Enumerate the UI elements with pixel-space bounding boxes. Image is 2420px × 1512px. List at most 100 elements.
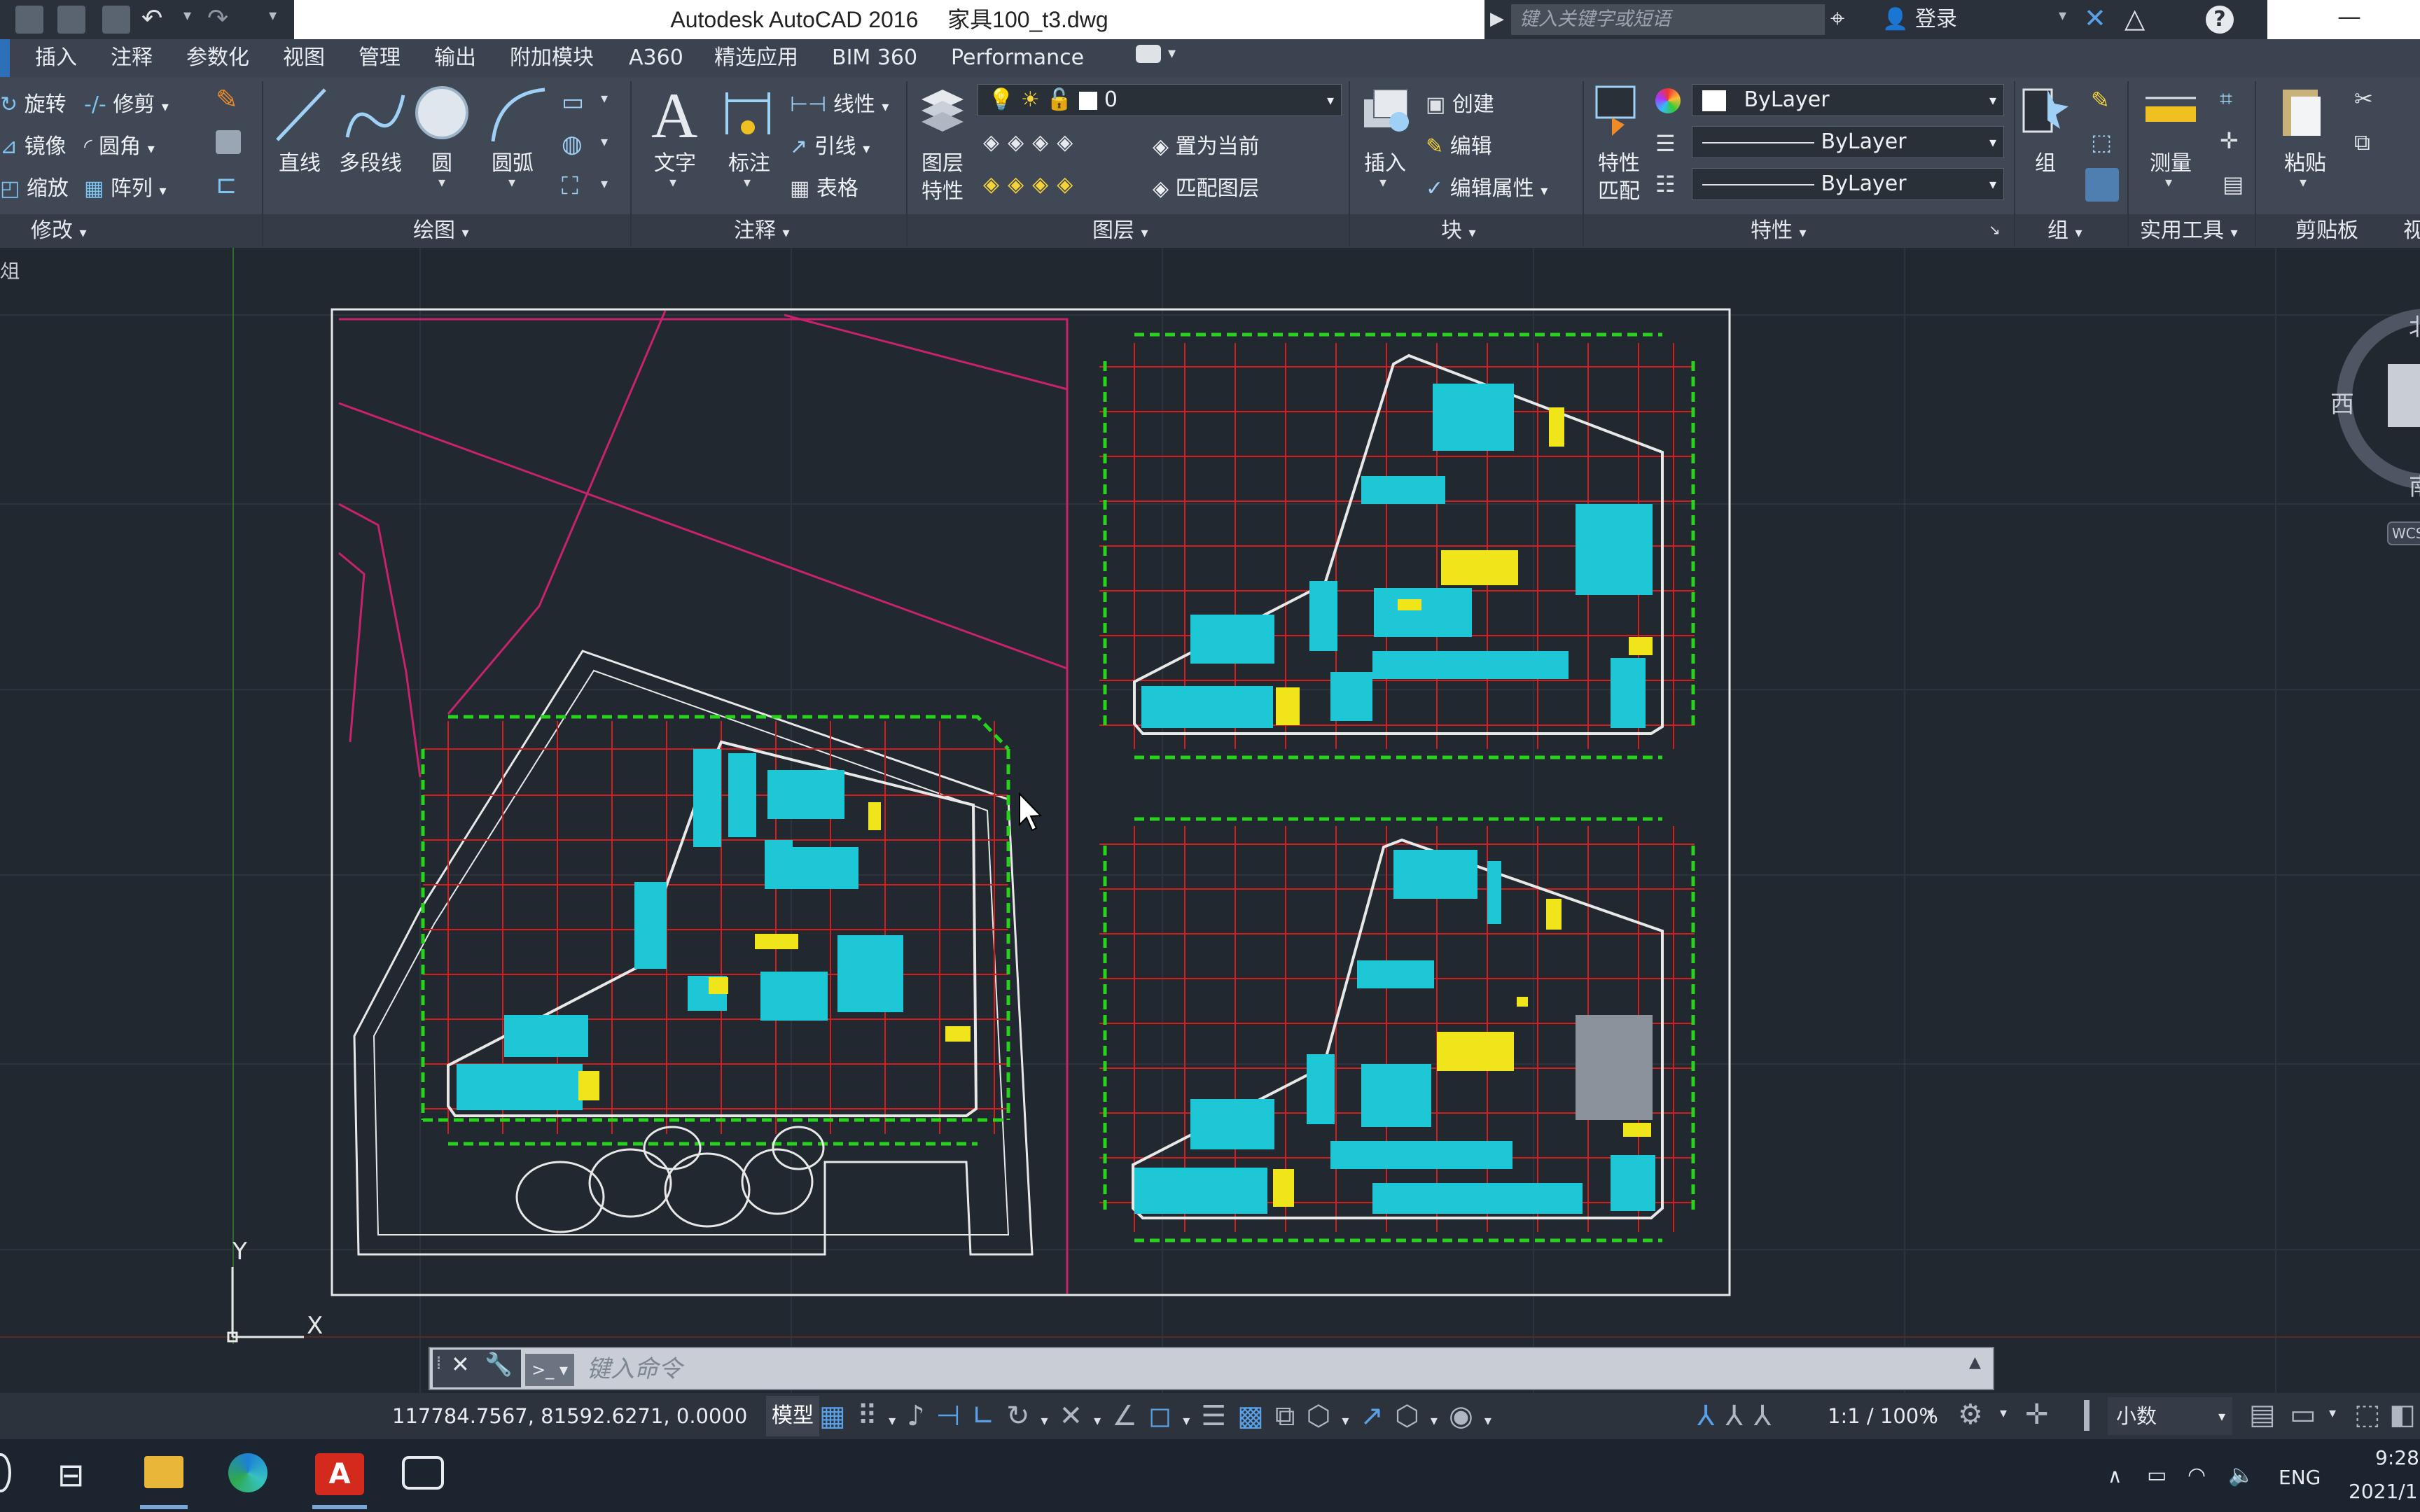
match-properties-label-1[interactable]: 特性 (1598, 146, 1640, 176)
calculator-icon[interactable]: ▤ (2223, 171, 2244, 197)
search-expand-icon[interactable]: ▶ (1490, 8, 1504, 29)
task-view-icon[interactable]: ⊟ (57, 1456, 85, 1494)
color-wheel-icon[interactable] (1655, 88, 1681, 113)
dynamic-ucs-icon[interactable]: ↗ (1360, 1400, 1395, 1432)
undo-icon[interactable]: ↶ (141, 4, 162, 33)
osnap-dropdown-icon[interactable]: ▾ (1183, 1412, 1201, 1429)
edge-browser-icon[interactable] (228, 1453, 267, 1492)
erase-icon[interactable]: ✎ (216, 84, 238, 115)
polyline-label[interactable]: 多段线 (339, 146, 402, 176)
linetype-select[interactable]: ByLayer ▾ (1692, 126, 2004, 158)
text-dropdown-icon[interactable]: ▾ (669, 174, 676, 190)
tab-annotate[interactable]: 注释 (111, 39, 153, 77)
viewcube-north-label[interactable]: 北 (2409, 308, 2420, 342)
snap-icon[interactable]: ⠿ (857, 1400, 889, 1432)
minimize-icon[interactable]: — (2337, 3, 2361, 31)
command-history-icon[interactable]: ▲ (1969, 1354, 1981, 1371)
camera-app-icon[interactable] (402, 1456, 444, 1490)
battery-icon[interactable]: ▭ (2147, 1463, 2167, 1488)
fillet-button[interactable]: ◜ 圆角 ▾ (84, 129, 155, 160)
insert-dropdown-icon[interactable]: ▾ (1379, 174, 1386, 190)
circle-label[interactable]: 圆 (431, 146, 452, 176)
match-layer-button[interactable]: ◈ 匹配图层 (1153, 171, 1260, 202)
ortho-icon[interactable]: ∟ (972, 1400, 1007, 1432)
transparency-icon[interactable]: ☷ (1655, 171, 1676, 197)
ribbon-toggle-dropdown-icon[interactable]: ▾ (1168, 45, 1176, 62)
tab-featured-apps[interactable]: 精选应用 (714, 39, 798, 77)
undo-dropdown-icon[interactable]: ▾ (183, 7, 191, 24)
panel-title-properties[interactable]: 特性 ▾ (1751, 214, 1807, 248)
panel-title-groups[interactable]: 组 ▾ (2047, 214, 2082, 248)
help-icon[interactable]: ? (2206, 6, 2234, 34)
selection-filter-dropdown-icon[interactable]: ▾ (1431, 1412, 1449, 1429)
line-icon[interactable] (270, 81, 332, 148)
rotate-button[interactable]: ↻ 旋转 (0, 87, 67, 118)
panel-title-layers[interactable]: 图层 ▾ (1092, 214, 1148, 248)
exchange-icon[interactable]: ✕ (2084, 3, 2106, 34)
viewcube-west-label[interactable]: 西 (2330, 385, 2354, 419)
workspace-gear-icon[interactable]: ⚙ (1958, 1399, 1983, 1431)
isolate-objects-icon[interactable]: ⬚ (2354, 1399, 2381, 1431)
selection-filter-icon[interactable]: ⬡ (1395, 1400, 1431, 1432)
annotation-toggles-group[interactable]: ⅄⅄⅄ (1697, 1400, 1782, 1432)
edit-attributes-button[interactable]: ✓ 编辑属性 ▾ (1426, 171, 1548, 202)
layer-tools-row-1[interactable]: ◈◈◈◈ (983, 130, 1081, 155)
panel-title-block[interactable]: 块 ▾ (1441, 214, 1476, 248)
layer-tools-row-2[interactable]: ◈◈◈◈ (983, 172, 1081, 197)
snap-dropdown-icon[interactable]: ▾ (889, 1412, 907, 1429)
polar-dropdown-icon[interactable]: ▾ (1041, 1412, 1059, 1429)
panel-title-clipboard[interactable]: 剪贴板 (2295, 214, 2358, 248)
polyline-icon[interactable] (340, 81, 408, 148)
hardware-acceleration-icon[interactable]: ▭ (2290, 1399, 2316, 1431)
command-input[interactable]: 键入命令 (587, 1350, 682, 1389)
panel-title-view-cut[interactable]: 视 (2403, 214, 2420, 248)
lineweight-toggle-icon[interactable]: ☰ (1201, 1400, 1237, 1432)
tab-addins[interactable]: 附加模块 (510, 39, 594, 77)
dynamic-input-icon[interactable]: ⊣ (936, 1400, 972, 1432)
line-label[interactable]: 直线 (279, 146, 321, 176)
tab-parametric[interactable]: 参数化 (186, 39, 249, 77)
command-customize-icon[interactable]: 🔧 (485, 1351, 513, 1378)
hardware-dropdown-icon[interactable]: ▾ (2329, 1404, 2336, 1421)
circle-dropdown-icon[interactable]: ▾ (438, 174, 445, 190)
copy-icon[interactable]: ⧉ (2354, 129, 2370, 156)
isodraft-icon[interactable]: ✕ (1059, 1400, 1094, 1432)
drafting-toggles-group[interactable]: ▦⠿▾♪⊣∟↻▾✕▾∠◻▾☰▩⧉⬡▾↗⬡▾◉▾ (819, 1400, 1503, 1432)
paste-icon[interactable] (2279, 83, 2326, 141)
panel-title-draw[interactable]: 绘图 ▾ (413, 214, 469, 248)
clock-date[interactable]: 2021/1 (2349, 1480, 2418, 1503)
lineweight-select[interactable]: ByLayer ▾ (1692, 168, 2004, 200)
tray-overflow-icon[interactable]: ∧ (2108, 1464, 2122, 1488)
leader-button[interactable]: ↗ 引线 ▾ (790, 129, 870, 160)
osnap-tracking-icon[interactable]: ∠ (1112, 1400, 1148, 1432)
dimension-icon[interactable] (723, 85, 773, 141)
quick-access-menu-icon[interactable]: ▾ (269, 7, 277, 24)
wcs-label[interactable]: WCS (2392, 525, 2420, 542)
measure-label[interactable]: 测量 (2150, 146, 2192, 176)
grid-icon[interactable]: ▦ (819, 1400, 857, 1432)
command-close-icon[interactable]: ✕ (451, 1351, 470, 1378)
search-input[interactable]: 键入关键字或短语 (1511, 4, 1825, 35)
drawing-svg[interactable] (0, 248, 2420, 1393)
paste-dropdown-icon[interactable]: ▾ (2300, 174, 2307, 190)
layer-properties-icon[interactable] (917, 83, 966, 137)
panel-title-modify[interactable]: 修改 ▾ (31, 214, 87, 248)
language-indicator[interactable]: ENG (2279, 1466, 2321, 1489)
binoculars-icon[interactable]: ⌖ (1830, 4, 1844, 34)
text-icon[interactable]: A (651, 78, 697, 153)
group-icon[interactable] (2019, 83, 2073, 143)
wifi-icon[interactable]: ◠ (2188, 1463, 2206, 1488)
match-properties-label-2[interactable]: 匹配 (1598, 174, 1640, 204)
rectangle-icon[interactable]: ▭ (562, 88, 584, 116)
create-block-button[interactable]: ▣ 创建 (1426, 87, 1494, 118)
hatch-icon[interactable]: ◍ (562, 130, 583, 158)
rectangle-dropdown-icon[interactable]: ▾ (601, 90, 608, 106)
a360-icon[interactable]: △ (2125, 3, 2145, 34)
properties-dialog-launcher-icon[interactable]: ↘ (1989, 221, 2001, 238)
measure-icon[interactable] (2143, 90, 2199, 134)
layer-properties-label-1[interactable]: 图层 (922, 146, 964, 176)
workspace-dropdown-icon[interactable]: ▾ (2000, 1404, 2007, 1421)
arc-dropdown-icon[interactable]: ▾ (508, 174, 515, 190)
panel-title-utilities[interactable]: 实用工具 ▾ (2140, 214, 2238, 248)
circle-icon[interactable] (412, 83, 472, 143)
